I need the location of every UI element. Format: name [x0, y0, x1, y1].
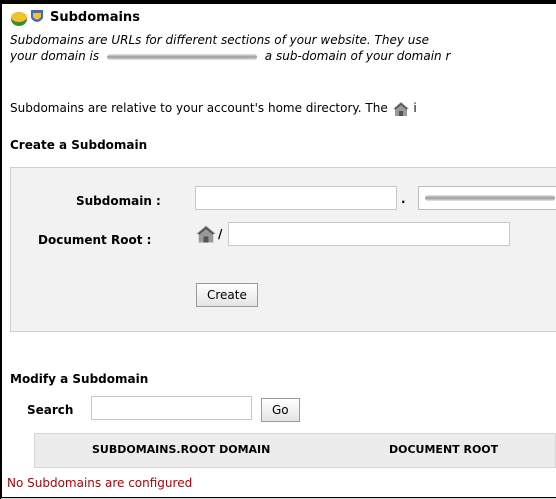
create-section-title: Create a Subdomain — [10, 138, 148, 152]
relative-note: Subdomains are relative to your account'… — [10, 100, 556, 117]
intro-line-2-prefix: your domain is — [10, 49, 100, 63]
redacted-domain — [106, 53, 257, 60]
intro-text: Subdomains are URLs for different sectio… — [10, 32, 556, 64]
window-left-border — [0, 0, 2, 499]
subdomains-logo-icon — [11, 10, 43, 26]
window-top-border — [0, 0, 556, 4]
intro-line-2-suffix: a sub-domain of your domain r — [264, 49, 451, 63]
create-subdomain-panel: Subdomain : . Document Root : / Create — [10, 167, 556, 332]
home-icon — [392, 101, 409, 116]
intro-line-2: your domain is a sub-domain of your doma… — [10, 48, 556, 64]
search-label: Search — [27, 403, 74, 417]
intro-line-1: Subdomains are URLs for different sectio… — [10, 33, 430, 47]
relative-note-prefix: Subdomains are relative to your account'… — [10, 101, 388, 115]
modify-section-title: Modify a Subdomain — [10, 372, 149, 386]
subdomains-table: Subdomains.Root Domain Document Root No … — [1, 433, 556, 499]
search-input[interactable] — [91, 396, 252, 420]
subdomain-dot: . — [401, 192, 406, 206]
redacted-domain-option — [425, 195, 555, 201]
table-header: Subdomains.Root Domain Document Root — [34, 433, 556, 468]
empty-table-row: No Subdomains are configured — [1, 468, 556, 499]
subdomain-label: Subdomain : — [76, 194, 161, 208]
column-document-root[interactable]: Document Root — [389, 443, 498, 456]
page-title: Subdomains — [50, 9, 140, 25]
domain-select[interactable] — [418, 186, 556, 210]
subdomain-input[interactable] — [195, 186, 397, 210]
document-root-label: Document Root : — [38, 233, 152, 247]
document-root-input[interactable] — [228, 222, 510, 246]
page-header: Subdomains — [10, 6, 140, 28]
column-subdomains-root-domain[interactable]: Subdomains.Root Domain — [92, 443, 270, 456]
empty-table-message: No Subdomains are configured — [7, 476, 193, 490]
home-directory-icon — [196, 225, 216, 243]
create-button[interactable]: Create — [196, 283, 258, 307]
go-button[interactable]: Go — [261, 398, 300, 422]
relative-note-suffix: i — [413, 101, 417, 115]
document-root-slash: / — [218, 227, 223, 241]
